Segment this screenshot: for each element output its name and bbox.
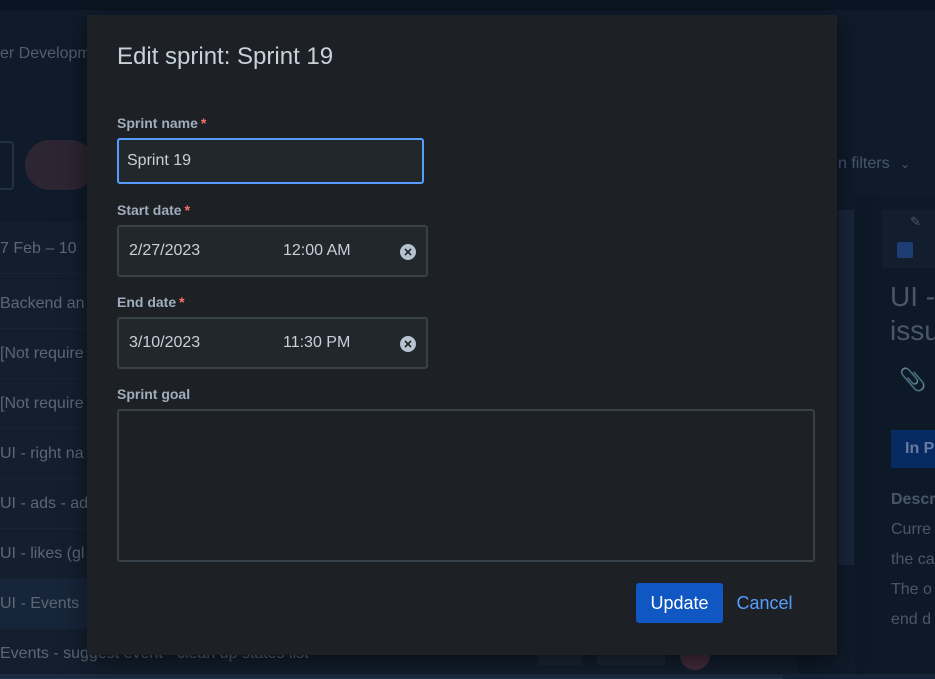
sprint-goal-textarea[interactable] [117,409,815,562]
start-date-label: Start date * [117,202,190,218]
end-date-picker[interactable]: 3/10/2023 11:30 PM [117,317,428,369]
clear-icon[interactable] [400,244,416,260]
dialog-title: Edit sprint: Sprint 19 [117,43,334,70]
label-text: Sprint name [117,115,198,131]
cancel-button[interactable]: Cancel [727,583,802,623]
sprint-goal-label: Sprint goal [117,386,191,402]
required-indicator: * [200,115,207,131]
required-indicator: * [184,202,191,218]
start-time-value[interactable]: 12:00 AM [283,242,351,260]
end-date-value[interactable]: 3/10/2023 [129,334,200,352]
update-button[interactable]: Update [636,583,723,623]
end-time-value[interactable]: 11:30 PM [283,334,350,352]
clear-icon[interactable] [400,336,416,352]
label-text: End date [117,294,177,310]
label-text: Start date [117,202,182,218]
start-date-picker[interactable]: 2/27/2023 12:00 AM [117,225,428,277]
required-indicator: * [179,294,185,310]
edit-sprint-dialog: Edit sprint: Sprint 19 Sprint name* Star… [87,15,837,655]
sprint-name-input[interactable] [117,138,424,184]
end-date-label: End date * [117,294,185,310]
sprint-name-label: Sprint name * [117,115,206,131]
start-date-value[interactable]: 2/27/2023 [129,242,200,260]
